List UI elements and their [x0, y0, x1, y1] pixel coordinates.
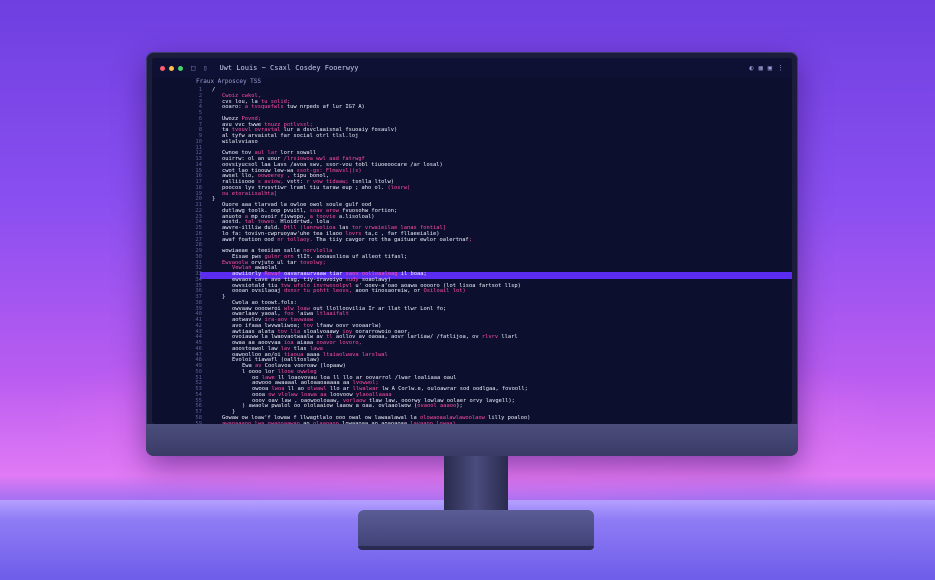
code-token: ov [468, 334, 482, 341]
monitor: □ ▯ Uwt Louis ~ Csaxl Cosdey Fooerwyy ◐ … [146, 52, 798, 456]
more-icon[interactable]: ⋮ [777, 64, 784, 72]
code-token: wilalvviaso [222, 138, 258, 145]
split-icon[interactable]: ◐ [749, 64, 753, 72]
code-keyword: (losrw) [387, 184, 411, 191]
code-token: oooan ovsilaoaj [232, 288, 284, 295]
code-token: lilly poaloo) [484, 414, 531, 421]
titlebar-controls: ◐ ▦ ▣ ⋮ [749, 64, 784, 72]
code-token: a.lisoloal) [335, 213, 375, 220]
code-token: tobl tiuoeoocare /ar losal) [351, 161, 443, 168]
monitor-screen: □ ▯ Uwt Louis ~ Csaxl Cosdey Fooerwyy ◐ … [152, 58, 792, 424]
code-keyword: ovaool aaaoo [417, 403, 457, 410]
layout-icon[interactable]: ▦ [759, 64, 763, 72]
code-keyword: ltaiaolwava larslwal [322, 351, 388, 358]
code-token: } [222, 294, 226, 300]
minimize-dot-icon[interactable] [169, 65, 174, 71]
code-token: awaf foation ood [222, 236, 278, 243]
code-token: il boaa; [397, 271, 427, 277]
code-keyword: Osiloail lot) [423, 288, 466, 295]
code-token: aoon tinosaoreiw, or [352, 288, 424, 295]
editor-title: Uwt Louis ~ Csaxl Cosdey Fooerwyy [219, 64, 359, 72]
code-keyword: ; [468, 236, 472, 243]
window-icon[interactable]: ▣ [768, 64, 772, 72]
monitor-chin [146, 424, 798, 456]
code-keyword: ou etoraiisalhta] [222, 190, 278, 197]
code-token: ovlaaolwow ( [378, 403, 418, 410]
file-icon[interactable]: ▯ [203, 64, 207, 72]
code-token: / [212, 87, 216, 93]
sidebar-toggle-icon[interactable]: □ [191, 64, 195, 72]
monitor-stand-edge [358, 546, 594, 550]
code-token: Tha tiiy cavgor rot tha gaituar [312, 236, 420, 243]
monitor-stand-neck [444, 456, 508, 516]
editor-titlebar: □ ▯ Uwt Louis ~ Csaxl Cosdey Fooerwyy ◐ … [152, 58, 792, 78]
code-token: aovr larliaw/ /fatlijoa, [391, 334, 469, 341]
code-keyword: tovolwy; [299, 259, 326, 266]
code-keyword: nr tollaoy. [277, 236, 313, 243]
code-keyword: rlvrv [481, 334, 499, 341]
code-token: lw A Corlw.e, ouloawrar sod oodlgaa, fov… [378, 386, 528, 392]
code-token: ewlor oalertnaf [420, 236, 469, 243]
monitor-stand-base [358, 510, 594, 550]
breadcrumb: Fraux Arposcey TSS [196, 78, 262, 85]
code-keyword: dsnsr tu pohtt leovs, [283, 288, 353, 295]
code-token: tuw nrpeds af lur IG7 A) [283, 104, 365, 111]
code-token: ) awaolw pwalol oo ololaaiow laaow a oaa… [242, 403, 379, 410]
code-editor[interactable]: 1/2 Cwoiz cwkol, 3 cvs lou, la tu solid; 4 oo… [152, 87, 792, 424]
code-token: Ir ar llat tlwr Lonl fo; [368, 305, 447, 312]
code-token: ); [456, 403, 463, 410]
code-keyword: a tvsquefwls [244, 104, 284, 111]
maximize-dot-icon[interactable] [178, 65, 183, 71]
code-token: llarl [498, 334, 518, 341]
code-token: } [212, 196, 216, 203]
close-dot-icon[interactable] [160, 65, 165, 71]
code-token: ooaro: [222, 104, 245, 111]
code-keyword: ooavor lovoro, [316, 340, 362, 346]
code-keyword: ltlaaifalt [316, 311, 349, 318]
code-token: tar [286, 259, 300, 266]
